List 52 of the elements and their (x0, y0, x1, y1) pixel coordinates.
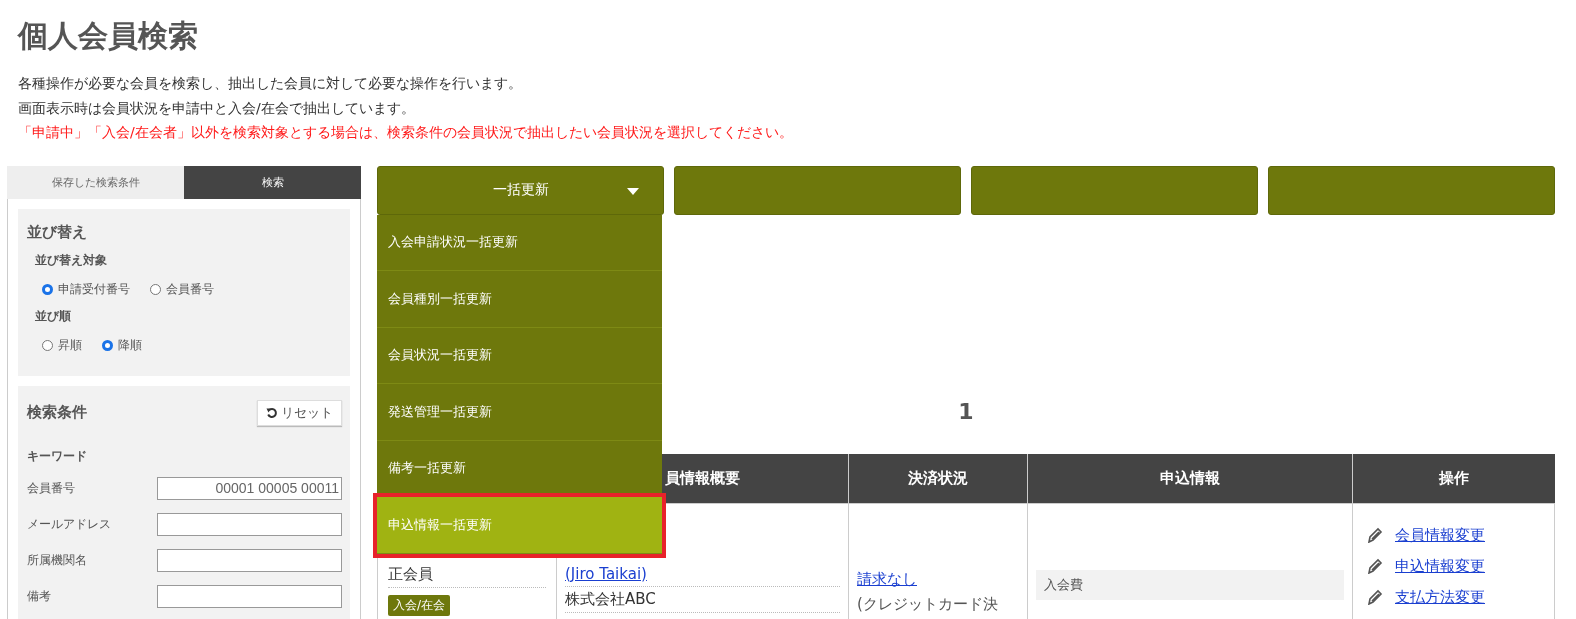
column-header: 員情報概要 (665, 468, 740, 487)
field-label: 所属機関名 (27, 551, 87, 569)
field-label: 並び順 (35, 307, 72, 325)
status-badge: 入会/在会 (388, 594, 451, 616)
payment-status-link[interactable]: 請求なし (857, 569, 917, 588)
menu-item[interactable]: 発送管理一括更新 (377, 384, 662, 441)
toolbar-button[interactable] (674, 165, 961, 215)
pencil-icon (1367, 589, 1383, 605)
caret-icon (627, 187, 639, 195)
reset-icon (266, 406, 278, 419)
input-field[interactable] (157, 584, 342, 608)
section-title: 検索条件 (27, 403, 87, 422)
sidebar-tab[interactable]: 検索 (184, 165, 361, 199)
column-header: 申込情報 (1160, 468, 1220, 487)
field-label: 会員番号 (27, 479, 75, 497)
radio-option[interactable]: 昇順 (42, 336, 82, 354)
radio-option[interactable]: 降順 (102, 336, 142, 354)
column-header: 決済状況 (908, 468, 968, 487)
input-field[interactable]: 00001 00005 00011 (157, 476, 342, 500)
pencil-icon (1367, 527, 1383, 543)
sidebar-tab[interactable]: 保存した検索条件 (7, 165, 184, 199)
description-text: 画面表示時は会員状況を申請中と入会/在会で抽出しています。 (18, 98, 416, 118)
description-text: 各種操作が必要な会員を検索し、抽出した会員に対して必要な操作を行います。 (18, 74, 523, 93)
action-link[interactable]: 会員情報変更 (1395, 525, 1485, 545)
column-header: 操作 (1438, 468, 1469, 487)
field-label: 備考 (27, 587, 51, 605)
member-type: 正会員 (388, 561, 546, 588)
action-link[interactable]: 支払方法変更 (1395, 587, 1485, 607)
page-title: 個人会員検索 (16, 17, 199, 55)
payment-note: (クレジットカード決 (857, 594, 999, 614)
input-field[interactable] (157, 548, 342, 572)
menu-item[interactable]: 会員種別一括更新 (377, 271, 662, 328)
input-field[interactable] (157, 512, 342, 536)
action-link[interactable]: 申込情報変更 (1395, 556, 1485, 576)
field-label: 並び替え対象 (35, 251, 108, 269)
warning-text: 「申請中」「入会/在会者」以外を検索対象とする場合は、検索条件の会員状況で抽出したい会員状況を選択してください。 (18, 123, 794, 142)
section-title: 並び替え (27, 222, 88, 242)
toolbar-button[interactable] (1268, 165, 1555, 215)
organization-text: 株式会社ABC (565, 586, 840, 613)
field-label: メールアドレス (27, 515, 111, 533)
radio-option[interactable]: 会員番号 (150, 280, 214, 298)
pencil-icon (1367, 558, 1383, 574)
field-label: キーワード (27, 447, 88, 465)
fee-label: 入会費 (1036, 569, 1344, 600)
menu-item[interactable]: 入会申請状況一括更新 (377, 214, 662, 271)
member-name-link[interactable]: (Jiro Taikai) (565, 564, 647, 583)
bulk-update-button[interactable]: 一括更新 (377, 165, 664, 215)
radio-option[interactable]: 申請受付番号 (42, 280, 130, 298)
page-number[interactable]: 1 (958, 398, 974, 424)
toolbar-button[interactable] (971, 165, 1258, 215)
menu-item[interactable]: 会員状況一括更新 (377, 327, 662, 384)
reset-button[interactable]: リセット (257, 399, 342, 426)
